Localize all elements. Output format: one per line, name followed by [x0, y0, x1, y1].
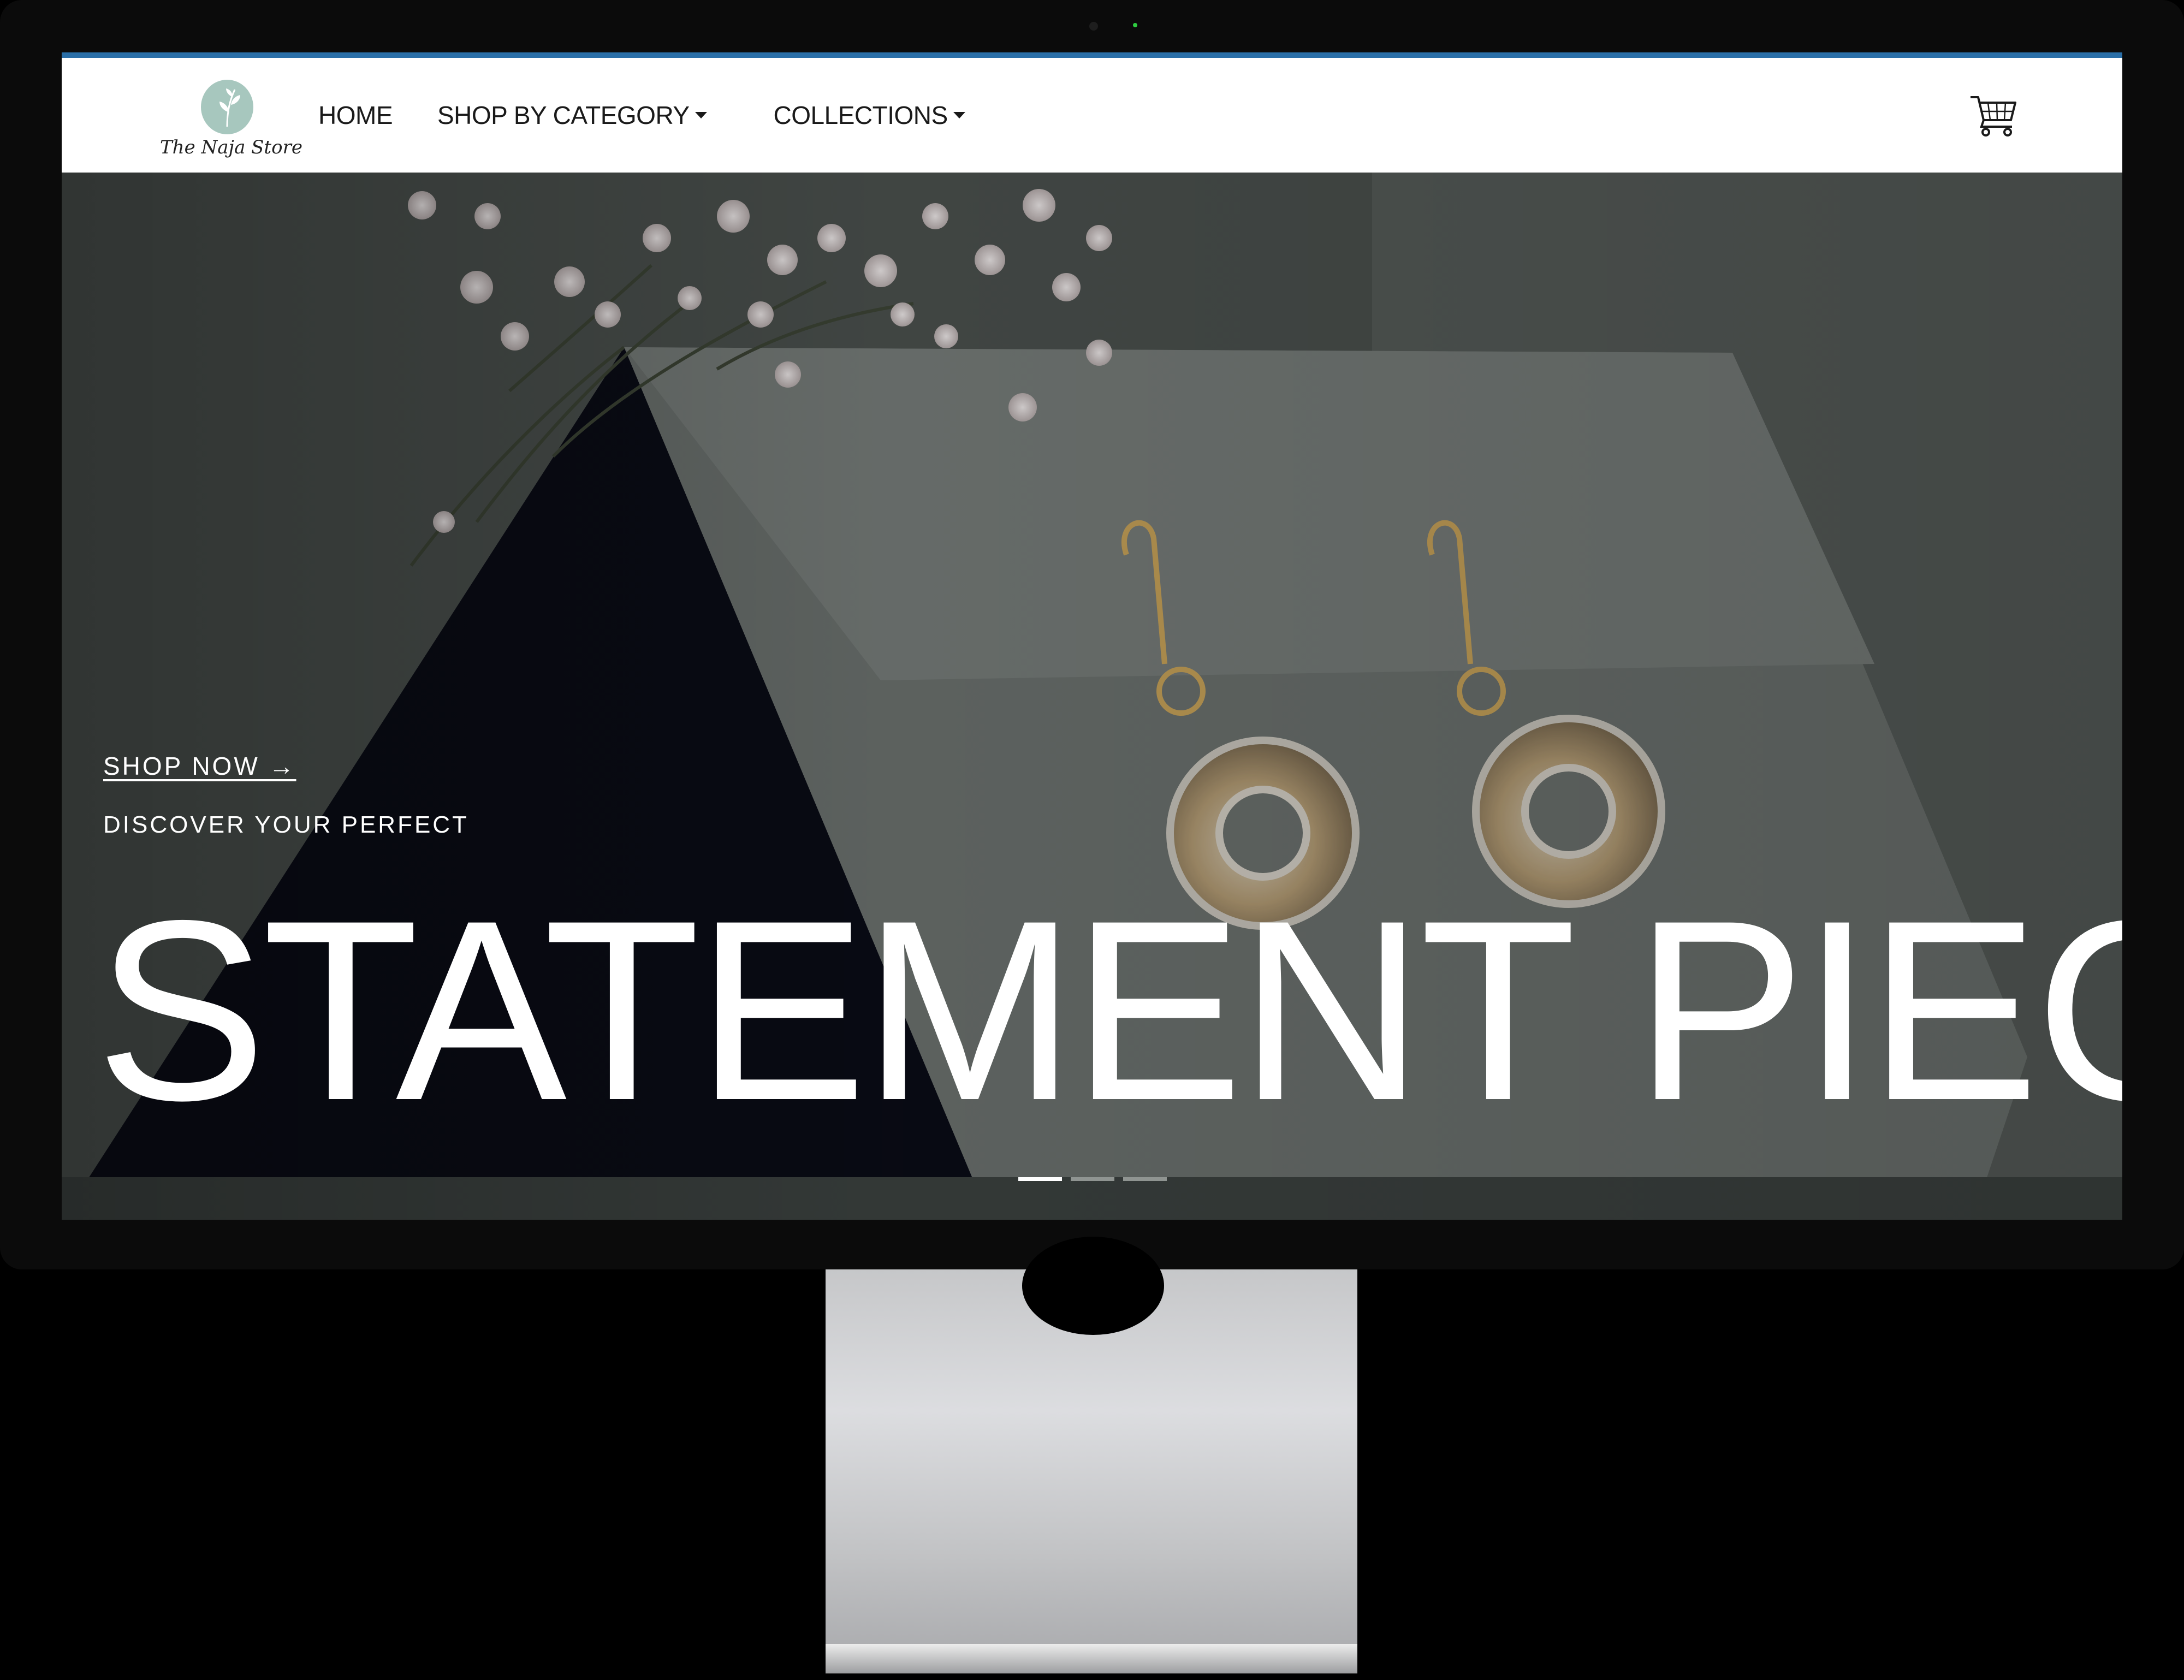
caret-down-icon — [695, 112, 707, 118]
nav-home[interactable]: HOME — [318, 100, 393, 130]
nav-collections-label: COLLECTIONS — [773, 101, 948, 129]
nav-shop-by-category[interactable]: SHOP BY CATEGORY — [437, 100, 707, 130]
stand-cable-hole — [1022, 1237, 1164, 1335]
leaf-logo-icon — [201, 80, 253, 134]
webcam — [1089, 22, 1098, 31]
nav-collections[interactable]: COLLECTIONS — [774, 100, 965, 130]
hero-subtitle: DISCOVER YOUR PERFECT — [103, 811, 469, 838]
main-nav: HOME SHOP BY CATEGORY COLLECTIONS — [318, 58, 1010, 173]
monitor-bezel: The Naja Store HOME SHOP BY CATEGORY COL… — [0, 0, 2184, 1269]
shopping-cart-icon[interactable] — [1968, 93, 2019, 139]
site-logo[interactable]: The Naja Store — [160, 80, 302, 162]
browser-viewport: The Naja Store HOME SHOP BY CATEGORY COL… — [62, 52, 2122, 1220]
caret-down-icon — [953, 112, 965, 118]
carousel-dot-3[interactable] — [1123, 1177, 1167, 1181]
nav-shop-by-category-label: SHOP BY CATEGORY — [437, 101, 690, 129]
carousel-indicators — [1018, 1177, 1167, 1181]
shop-now-link[interactable]: SHOP NOW → — [103, 751, 296, 781]
carousel-dot-2[interactable] — [1071, 1177, 1114, 1181]
nav-home-label: HOME — [318, 101, 393, 129]
carousel-dot-1[interactable] — [1018, 1177, 1062, 1181]
hero-banner: SHOP NOW → DISCOVER YOUR PERFECT STATEME… — [62, 173, 2122, 1220]
monitor-stand — [826, 1237, 1357, 1673]
webcam-indicator-light — [1133, 23, 1137, 27]
hero-headline: STATEMENT PIECE — [96, 867, 2122, 1154]
accent-top-bar — [62, 52, 2122, 58]
site-header: The Naja Store HOME SHOP BY CATEGORY COL… — [62, 58, 2122, 173]
stand-base — [826, 1644, 1357, 1673]
logo-wordmark: The Naja Store — [160, 136, 302, 158]
